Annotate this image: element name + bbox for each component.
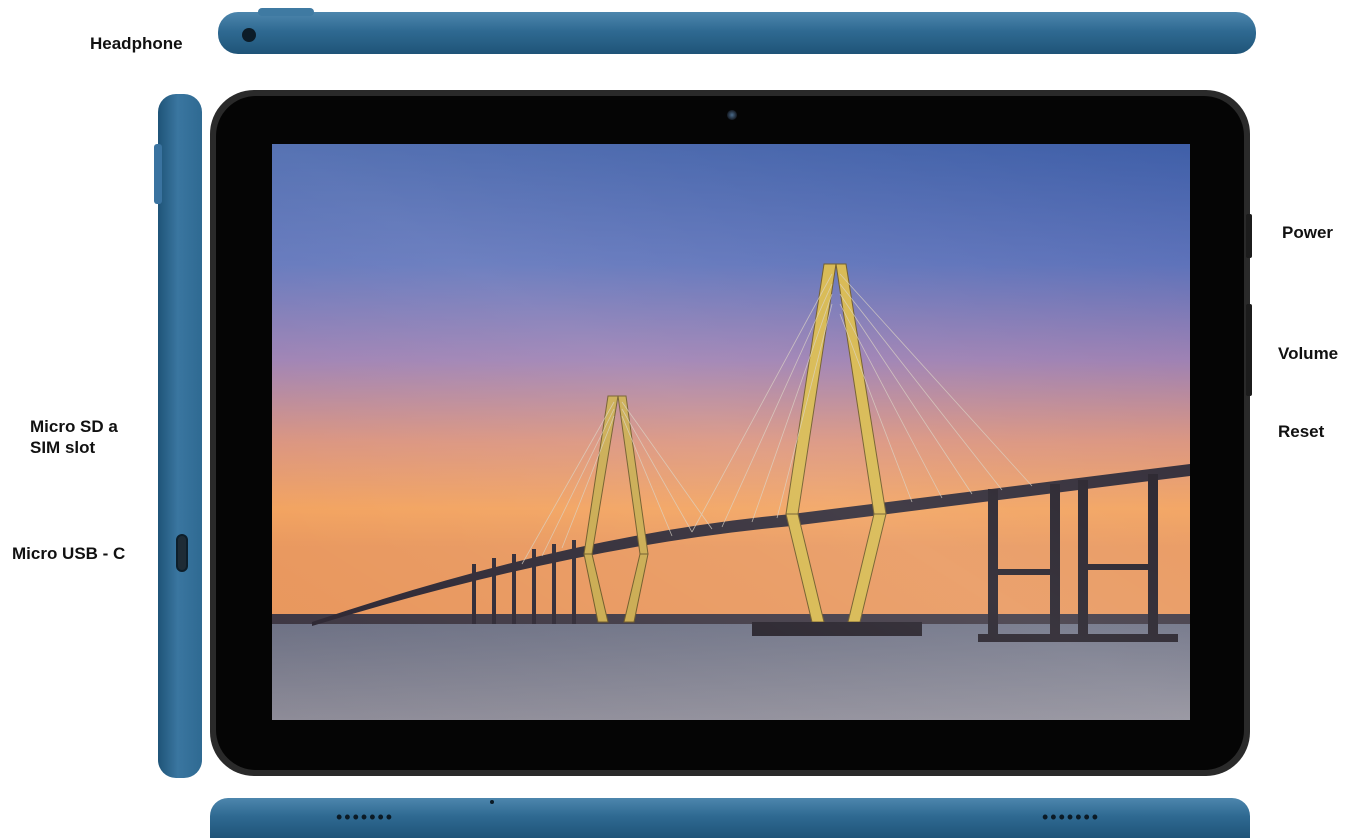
tablet-side-edge (154, 94, 202, 778)
tablet-front (210, 90, 1250, 776)
front-camera-icon (727, 110, 737, 120)
tablet-bezel (216, 96, 1244, 770)
label-reset: Reset (1278, 422, 1325, 441)
label-micro-usb: Micro USB - C (12, 544, 126, 563)
power-button (1246, 214, 1252, 258)
headphone-jack-icon (242, 28, 256, 42)
label-power: Power (1282, 223, 1334, 242)
label-headphone: Headphone (90, 34, 183, 53)
speaker-grille-right-icon: ••••••• (1042, 807, 1101, 827)
top-edge-button (258, 8, 314, 16)
volume-button (1246, 304, 1252, 396)
tablet-top-edge (218, 8, 1256, 54)
microphone-hole-icon (490, 800, 494, 804)
label-micro-sd-sim: Micro SD a SIM slot (30, 417, 118, 457)
side-button-upper (154, 144, 162, 204)
usb-c-port-icon (176, 534, 188, 572)
bridge-sunset-image (272, 144, 1190, 720)
tablet-screen-image (272, 144, 1190, 720)
label-volume: Volume (1278, 344, 1339, 363)
tablet-bottom-edge: ••••••• ••••••• (210, 798, 1250, 838)
speaker-grille-left-icon: ••••••• (336, 807, 395, 827)
